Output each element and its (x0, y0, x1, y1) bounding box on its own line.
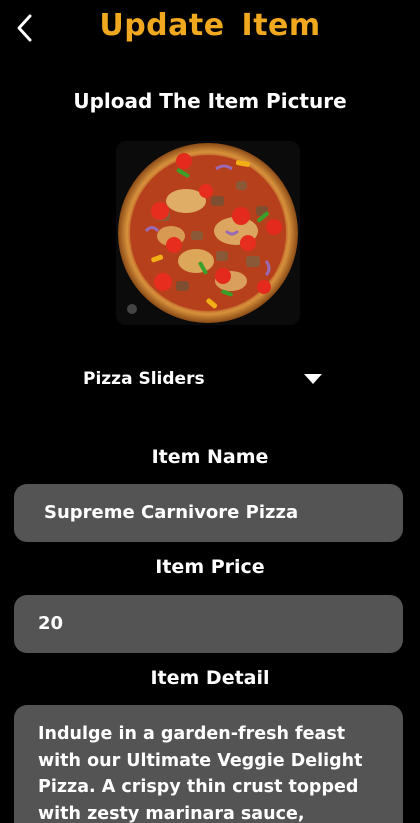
item-picture-upload[interactable] (116, 141, 300, 325)
pizza-image (116, 141, 300, 325)
item-name-field[interactable]: Supreme Carnivore Pizza (14, 484, 403, 542)
upload-picture-label: Upload The Item Picture (73, 89, 347, 113)
caret-down-icon (304, 374, 322, 384)
update-item-screen: Update Item Upload The Item Picture Pizz… (0, 0, 420, 823)
item-name-label: Item Name (151, 446, 269, 468)
category-dropdown[interactable]: Pizza Sliders (83, 364, 323, 394)
item-price-field[interactable]: 20 (14, 595, 403, 653)
item-detail-label: Item Detail (150, 667, 270, 689)
page-title: Update Item (99, 8, 321, 43)
category-selected-value: Pizza Sliders (83, 369, 205, 389)
item-price-label: Item Price (155, 556, 265, 578)
item-detail-field[interactable]: Indulge in a garden-fresh feast with our… (14, 705, 403, 823)
